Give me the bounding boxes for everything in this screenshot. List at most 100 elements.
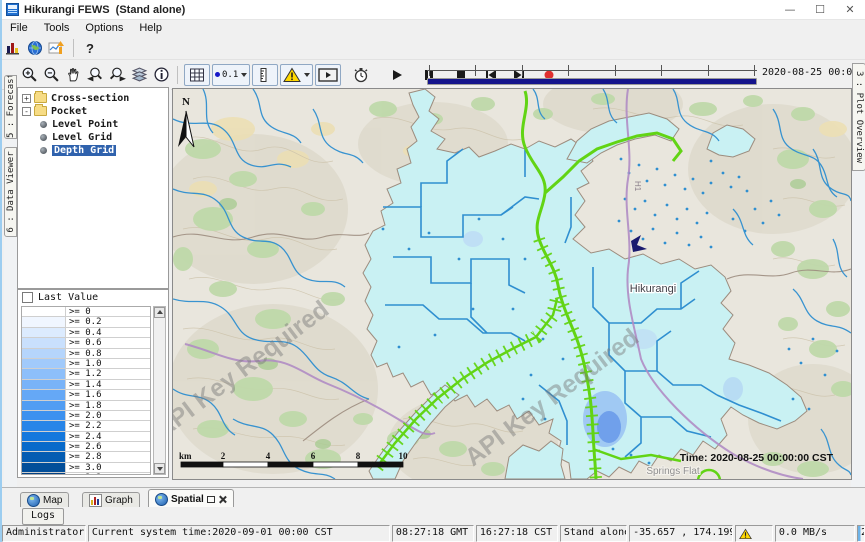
legend-entry-label: >= 1.0 [66, 359, 150, 368]
tree-node-label[interactable]: Level Point [52, 119, 118, 130]
play-button[interactable] [387, 65, 407, 85]
legend-row: >= 1.4 [22, 380, 150, 390]
scroll-down-icon[interactable] [154, 463, 165, 474]
legend-color-swatch [22, 463, 66, 472]
bullet-icon [40, 134, 47, 141]
menu-item[interactable]: Help [131, 20, 170, 37]
minimize-button[interactable]: — [775, 0, 805, 19]
folder-icon [34, 106, 47, 116]
expander-icon[interactable]: + [22, 94, 31, 103]
expander-icon[interactable]: - [22, 107, 31, 116]
time-slider[interactable] [427, 64, 757, 85]
legend-color-swatch [22, 369, 66, 378]
tab-data-viewer[interactable]: 6 : Data Viewer [4, 147, 17, 237]
zoom-out-icon[interactable] [41, 65, 61, 85]
tree-node-level-point[interactable]: Level Point [40, 118, 168, 130]
legend-entry-label: >= 0 [66, 307, 150, 316]
interval-dropdown[interactable]: 0.1 [212, 64, 250, 86]
close-tab-icon[interactable] [218, 495, 227, 504]
legend-color-swatch [22, 442, 66, 451]
last-value-checkbox[interactable] [22, 292, 33, 303]
legend-entry-label: >= 1.4 [66, 380, 150, 389]
legend-scrollbar[interactable] [153, 306, 166, 475]
scroll-up-icon[interactable] [154, 307, 165, 318]
scale-unit: km [179, 451, 192, 461]
legend-color-swatch [22, 421, 66, 430]
time-slider-track [427, 70, 757, 71]
legend-row: >= 0.6 [22, 338, 150, 348]
tree-node-label[interactable]: Pocket [51, 106, 87, 117]
legend-entry-label: >= 0.2 [66, 317, 150, 326]
tab-graph-label: Graph [105, 495, 133, 506]
status-system-time: Current system time:2020-09-01 00:00 CST [88, 525, 390, 542]
status-warning-cell[interactable] [735, 525, 773, 542]
warning-dropdown[interactable] [280, 64, 313, 86]
tab-forecast[interactable]: 5 : Forecast [4, 75, 17, 139]
menu-item[interactable]: Tools [36, 20, 78, 37]
svg-text:2: 2 [221, 451, 226, 461]
bottom-tab-row: Map Graph Spatial [2, 487, 865, 508]
pan-hand-icon[interactable] [63, 65, 83, 85]
tree-node-label[interactable]: Cross-section [51, 93, 129, 104]
legend-row: >= 0 [22, 307, 150, 317]
tree-node-pocket[interactable]: - Pocket [22, 105, 168, 117]
status-bar: Administrator Current system time:2020-0… [2, 525, 865, 542]
maximize-button[interactable]: ☐ [805, 0, 835, 19]
animation-player-button[interactable] [315, 64, 341, 86]
town-label: Hikurangi [630, 283, 676, 295]
legend-entry-label: >= 2.6 [66, 442, 150, 451]
legend-entry-label: >= 3.0 [66, 463, 150, 472]
timer-icon[interactable] [351, 65, 371, 85]
legend-entry-label: >= 1.6 [66, 390, 150, 399]
globe-icon[interactable] [25, 38, 45, 58]
logs-button[interactable]: Logs [22, 508, 64, 525]
folder-icon [34, 93, 47, 103]
legend-row: >= 2.2 [22, 421, 150, 431]
legend-color-swatch [22, 401, 66, 410]
zoom-in-icon[interactable] [19, 65, 39, 85]
legend-color-swatch [22, 411, 66, 420]
zoom-previous-icon[interactable] [85, 65, 105, 85]
database-icon[interactable] [3, 38, 23, 58]
close-button[interactable]: ✕ [835, 0, 865, 19]
info-icon[interactable] [151, 65, 171, 85]
area-label: Springs Flat [646, 466, 700, 477]
grid-display-icon[interactable] [47, 38, 67, 58]
legend-row: >= 3.2 [22, 473, 150, 475]
legend-entry-label: >= 2.0 [66, 411, 150, 420]
legend-row: >= 1.0 [22, 359, 150, 369]
chevron-down-icon [304, 73, 310, 77]
app-logo-icon [6, 3, 19, 16]
tab-plot-overview[interactable]: 3 : Plot Overview [852, 63, 865, 171]
grid-toggle-button[interactable] [184, 64, 210, 86]
bullet-icon [40, 121, 47, 128]
tree-node-label-selected[interactable]: Depth Grid [52, 145, 116, 156]
menu-item[interactable]: Options [77, 20, 131, 37]
tab-graph[interactable]: Graph [82, 492, 140, 507]
tab-map[interactable]: Map [20, 492, 69, 507]
legend-row: >= 1.6 [22, 390, 150, 400]
gauge-button[interactable] [252, 64, 278, 86]
status-user: Administrator [2, 525, 86, 542]
layers-icon[interactable] [129, 65, 149, 85]
legend-color-swatch [22, 338, 66, 347]
restore-tab-icon[interactable] [207, 496, 215, 503]
interval-dot-icon [215, 72, 220, 77]
time-slider-range-bar[interactable] [427, 78, 757, 85]
legend-entry-label: >= 0.4 [66, 328, 150, 337]
map-canvas[interactable]: API Key Required API Key Required Hikura… [172, 88, 852, 480]
menu-bar: FileToolsOptionsHelp [2, 20, 865, 37]
legend-row: >= 1.8 [22, 401, 150, 411]
tree-node-depth-grid[interactable]: Depth Grid [40, 144, 168, 156]
menu-item[interactable]: File [2, 20, 36, 37]
tab-spatial[interactable]: Spatial [148, 489, 234, 508]
legend-row: >= 2.4 [22, 432, 150, 442]
tree-node-level-grid[interactable]: Level Grid [40, 131, 168, 143]
application-window: Hikurangi FEWS (Stand alone) — ☐ ✕ FileT… [0, 0, 865, 542]
tree-node-cross-section[interactable]: + Cross-section [22, 92, 168, 104]
zoom-next-icon[interactable] [107, 65, 127, 85]
legend-color-swatch [22, 317, 66, 326]
tree-node-label[interactable]: Level Grid [52, 132, 112, 143]
help-button[interactable]: ? [80, 38, 100, 58]
legend-entry-label: >= 3.2 [66, 473, 150, 475]
